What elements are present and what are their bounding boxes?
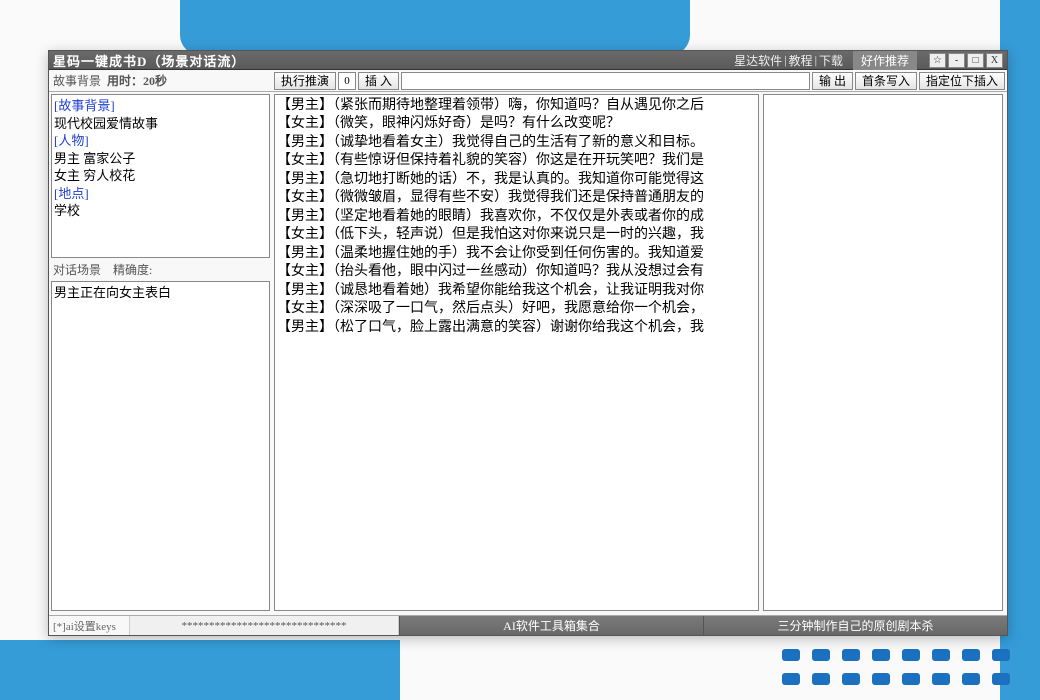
- dialogue-line: 【男主】（紧张而期待地整理着领带）嗨，你知道吗？自从遇见你之后: [277, 97, 756, 115]
- execute-button[interactable]: 执行推演: [274, 72, 336, 90]
- dialogue-line: 【女主】（微微皱眉，显得有些不安）我觉得我们还是保持普通朋友的: [277, 189, 756, 207]
- scene-panel[interactable]: 男主正在向女主表白: [51, 281, 270, 611]
- time-value: 20秒: [143, 74, 167, 88]
- story-bg-label: 故事背景: [53, 72, 101, 89]
- footer: [*]ai设置keys ****************************…: [49, 615, 1007, 635]
- dialogue-line: 【男主】（诚恳地看着她）我希望你能给我这个机会，让我证明我对你: [277, 282, 756, 300]
- output-panel[interactable]: [763, 94, 1003, 611]
- titlebar: 星码一键成书D（场景对话流） 星达软件| 教程| 下载 好作推荐 ☆ - □ X: [49, 51, 1007, 70]
- accuracy-label: 精确度:: [113, 261, 152, 278]
- bg-line: 男主 富家公子: [54, 150, 267, 168]
- minimize-button[interactable]: -: [948, 53, 965, 68]
- maximize-button[interactable]: □: [967, 53, 984, 68]
- dialogue-line: 【男主】（诚挚地看着女主）我觉得自己的生活有了新的意义和目标。: [277, 134, 756, 152]
- close-button[interactable]: X: [986, 53, 1003, 68]
- dialogue-line: 【男主】（坚定地看着她的眼睛）我喜欢你，不仅仅是外表或者你的成: [277, 208, 756, 226]
- script-maker-button[interactable]: 三分钟制作自己的原创剧本杀: [703, 616, 1007, 635]
- window-title: 星码一键成书D（场景对话流）: [53, 51, 734, 70]
- bg-line: [故事背景]: [54, 98, 115, 113]
- dialogue-panel[interactable]: 【男主】（紧张而期待地整理着领带）嗨，你知道吗？自从遇见你之后 【女主】（微笑，…: [274, 94, 759, 611]
- ai-keys-button[interactable]: [*]ai设置keys: [49, 618, 129, 634]
- bg-line: 学校: [54, 202, 267, 220]
- insert-at-button[interactable]: 指定位下插入: [919, 72, 1005, 90]
- bg-line: [人物]: [54, 133, 89, 148]
- counter-display: 0: [338, 72, 356, 90]
- link-download[interactable]: 下载: [819, 52, 843, 69]
- link-tutorial[interactable]: 教程: [789, 52, 813, 69]
- dialogue-line: 【女主】（有些惊讶但保持着礼貌的笑容）你这是在开玩笑吧？我们是: [277, 152, 756, 170]
- dialogue-line: 【男主】（温柔地握住她的手）我不会让你受到任何伤害的。我知道爱: [277, 245, 756, 263]
- toolbar: 故事背景 用时：20秒 执行推演 0 插 入 输 出 首条写入 指定位下插入: [49, 70, 1007, 92]
- time-label: 用时：: [107, 74, 143, 88]
- recommend-button[interactable]: 好作推荐: [853, 51, 917, 70]
- ai-toolbox-button[interactable]: AI软件工具箱集合: [399, 616, 703, 635]
- bg-line: 女主 穷人校花: [54, 167, 267, 185]
- dialogue-line: 【男主】（松了口气，脸上露出满意的笑容）谢谢你给我这个机会，我: [277, 319, 756, 337]
- dialogue-line: 【女主】（深深吸了一口气，然后点头）好吧，我愿意给你一个机会，: [277, 300, 756, 318]
- app-window: 星码一键成书D（场景对话流） 星达软件| 教程| 下载 好作推荐 ☆ - □ X…: [48, 50, 1008, 636]
- bg-line: [地点]: [54, 186, 89, 201]
- command-input[interactable]: [401, 72, 810, 90]
- output-button[interactable]: 输 出: [812, 72, 853, 90]
- dialogue-line: 【女主】（微笑，眼神闪烁好奇）是吗？有什么改变呢？: [277, 115, 756, 133]
- insert-button[interactable]: 插 入: [358, 72, 399, 90]
- titlebar-links: 星达软件| 教程| 下载 好作推荐: [734, 51, 917, 70]
- dialogue-line: 【男主】（急切地打断她的话）不，我是认真的。我知道你可能觉得这: [277, 171, 756, 189]
- scene-text: 男主正在向女主表白: [54, 284, 267, 302]
- first-write-button[interactable]: 首条写入: [855, 72, 917, 90]
- footer-stars: ******************************: [129, 616, 399, 635]
- story-background-panel[interactable]: [故事背景] 现代校园爱情故事 [人物] 男主 富家公子 女主 穷人校花 [地点…: [51, 94, 270, 258]
- dialogue-line: 【女主】（抬头看他，眼中闪过一丝感动）你知道吗？我从没想过会有: [277, 263, 756, 281]
- bg-line: 现代校园爱情故事: [54, 115, 267, 133]
- star-button[interactable]: ☆: [929, 53, 946, 68]
- link-software[interactable]: 星达软件: [734, 52, 782, 69]
- scene-label: 对话场景: [53, 261, 101, 278]
- dialogue-line: 【女主】（低下头，轻声说）但是我怕这对你来说只是一时的兴趣，我: [277, 226, 756, 244]
